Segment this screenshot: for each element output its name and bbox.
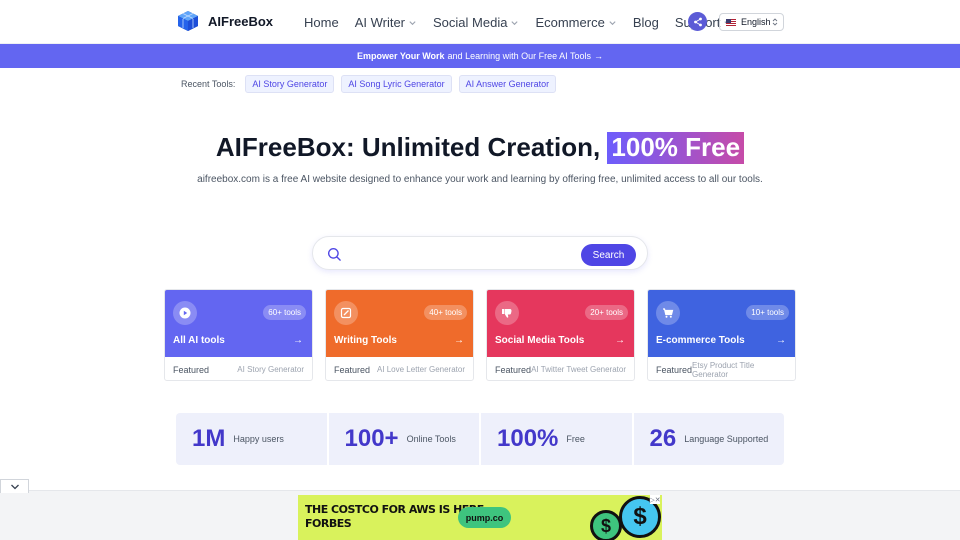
arrow-right-icon: → bbox=[615, 335, 625, 346]
site-header: AIFreeBox Home AI Writer Social Media Ec… bbox=[0, 0, 960, 44]
arrow-right-icon: → bbox=[293, 335, 303, 346]
hero-title-highlight: 100% Free bbox=[607, 132, 745, 164]
nav-ai-writer[interactable]: AI Writer bbox=[355, 0, 417, 44]
category-card-ecommerce-tools[interactable]: 10+ tools E-commerce Tools → Featured Et… bbox=[647, 289, 796, 381]
hero-title-main: AIFreeBox: Unlimited Creation, bbox=[215, 132, 601, 162]
ad-brand-pill: pump.co bbox=[458, 507, 511, 528]
stat-label: Online Tools bbox=[406, 434, 456, 444]
category-card-writing-tools[interactable]: 40+ tools Writing Tools → Featured AI Lo… bbox=[325, 289, 474, 381]
main-nav: Home AI Writer Social Media Ecommerce Bl… bbox=[304, 0, 732, 44]
hero-subtitle: aifreebox.com is a free AI website desig… bbox=[197, 174, 763, 185]
tool-count-badge: 20+ tools bbox=[585, 305, 628, 320]
search-button[interactable]: Search bbox=[581, 244, 636, 266]
chevron-down-icon bbox=[409, 20, 416, 25]
nav-ecommerce-label: Ecommerce bbox=[535, 14, 605, 30]
tool-count-badge: 60+ tools bbox=[263, 305, 306, 320]
nav-home-label: Home bbox=[304, 14, 339, 30]
language-select[interactable]: English bbox=[719, 13, 784, 31]
arrow-right-icon: → bbox=[454, 335, 464, 346]
arrow-right-icon: → bbox=[776, 335, 786, 346]
stat-label: Happy users bbox=[233, 434, 284, 444]
card-header: 20+ tools Social Media Tools → bbox=[487, 290, 634, 357]
search-box: Search bbox=[312, 236, 648, 270]
recent-tool-chip[interactable]: AI Story Generator bbox=[245, 75, 335, 93]
thumbs-down-icon bbox=[495, 301, 519, 325]
search-icon bbox=[327, 247, 341, 261]
stat-number: 100% bbox=[497, 425, 559, 452]
featured-tool-link[interactable]: Etsy Product Title Generator bbox=[692, 361, 787, 379]
featured-tool-link[interactable]: AI Story Generator bbox=[237, 365, 304, 374]
stat-item: 1M Happy users bbox=[176, 413, 327, 465]
nav-social-media[interactable]: Social Media bbox=[433, 0, 519, 44]
share-icon bbox=[693, 17, 702, 26]
sort-arrows-icon bbox=[772, 18, 778, 26]
hero-title: AIFreeBox: Unlimited Creation, 100% Free bbox=[0, 132, 960, 164]
card-header: 40+ tools Writing Tools → bbox=[326, 290, 473, 357]
chevron-down-icon bbox=[511, 20, 519, 25]
box-logo-icon bbox=[176, 9, 200, 33]
banner-strong-text: Empower Your Work bbox=[357, 51, 445, 61]
card-footer: Featured AI Twitter Tweet Generator bbox=[487, 357, 634, 380]
card-title: Social Media Tools bbox=[495, 335, 585, 346]
chevron-down-icon bbox=[10, 484, 19, 489]
recent-tool-chip[interactable]: AI Answer Generator bbox=[458, 75, 557, 93]
recent-tools-label: Recent Tools: bbox=[181, 79, 236, 89]
dollar-coin-icon: $ bbox=[590, 510, 622, 540]
nav-blog-label: Blog bbox=[632, 14, 659, 30]
card-title: All AI tools bbox=[173, 335, 225, 346]
featured-tool-link[interactable]: AI Love Letter Generator bbox=[377, 365, 465, 374]
stat-label: Language Supported bbox=[684, 434, 769, 444]
tool-count-badge: 10+ tools bbox=[746, 305, 789, 320]
card-footer: Featured AI Love Letter Generator bbox=[326, 357, 473, 380]
tool-count-badge: 40+ tools bbox=[424, 305, 467, 320]
collapse-ad-button[interactable] bbox=[0, 479, 29, 493]
arrow-right-icon: → bbox=[593, 51, 603, 61]
banner-text: and Learning with Our Free AI Tools bbox=[447, 51, 591, 61]
recent-tools: Recent Tools: AI Story Generator AI Song… bbox=[181, 75, 557, 93]
featured-label: Featured bbox=[334, 364, 371, 375]
cart-icon bbox=[656, 301, 680, 325]
edit-icon bbox=[334, 301, 358, 325]
stat-number: 100+ bbox=[344, 425, 399, 452]
brand-name: AIFreeBox bbox=[208, 13, 274, 29]
card-title: Writing Tools bbox=[334, 335, 397, 346]
nav-social-media-label: Social Media bbox=[433, 14, 508, 30]
language-label: English bbox=[741, 17, 771, 27]
card-footer: Featured AI Story Generator bbox=[165, 357, 312, 380]
brand-logo[interactable]: AIFreeBox bbox=[176, 9, 273, 33]
featured-label: Featured bbox=[495, 364, 532, 375]
stat-item: 100+ Online Tools bbox=[328, 413, 479, 465]
card-footer: Featured Etsy Product Title Generator bbox=[648, 357, 795, 380]
category-card-all-ai-tools[interactable]: 60+ tools All AI tools → Featured AI Sto… bbox=[164, 289, 313, 381]
stat-number: 26 bbox=[649, 425, 677, 452]
stat-item: 100% Free bbox=[481, 413, 632, 465]
nav-ecommerce[interactable]: Ecommerce bbox=[535, 0, 616, 44]
announcement-banner[interactable]: Empower Your Work and Learning with Our … bbox=[0, 44, 960, 68]
nav-blog[interactable]: Blog bbox=[633, 0, 659, 44]
card-header: 10+ tools E-commerce Tools → bbox=[648, 290, 795, 357]
category-card-social-media-tools[interactable]: 20+ tools Social Media Tools → Featured … bbox=[486, 289, 635, 381]
featured-tool-link[interactable]: AI Twitter Tweet Generator bbox=[531, 365, 626, 374]
search-input[interactable] bbox=[351, 245, 581, 263]
coin-symbol: $ bbox=[600, 515, 611, 536]
card-header: 60+ tools All AI tools → bbox=[165, 290, 312, 357]
play-icon bbox=[173, 301, 197, 325]
nav-home[interactable]: Home bbox=[304, 0, 339, 44]
stat-label: Free bbox=[566, 434, 585, 444]
card-title: E-commerce Tools bbox=[656, 335, 745, 346]
share-button[interactable] bbox=[688, 12, 707, 31]
stats-bar: 1M Happy users 100+ Online Tools 100% Fr… bbox=[176, 413, 784, 465]
coin-symbol: $ bbox=[633, 503, 647, 530]
us-flag-icon bbox=[726, 18, 736, 26]
featured-label: Featured bbox=[656, 364, 693, 375]
nav-ai-writer-label: AI Writer bbox=[354, 14, 406, 30]
stat-number: 1M bbox=[192, 425, 226, 452]
featured-label: Featured bbox=[173, 364, 210, 375]
ad-choices-close-icon[interactable]: ▷✕ bbox=[649, 495, 661, 504]
stat-item: 26 Language Supported bbox=[633, 413, 784, 465]
chevron-down-icon bbox=[609, 20, 616, 25]
advertisement[interactable]: THE COSTCO FOR AWS IS HERE – FORBES pump… bbox=[298, 495, 662, 540]
recent-tool-chip[interactable]: AI Song Lyric Generator bbox=[341, 75, 452, 93]
